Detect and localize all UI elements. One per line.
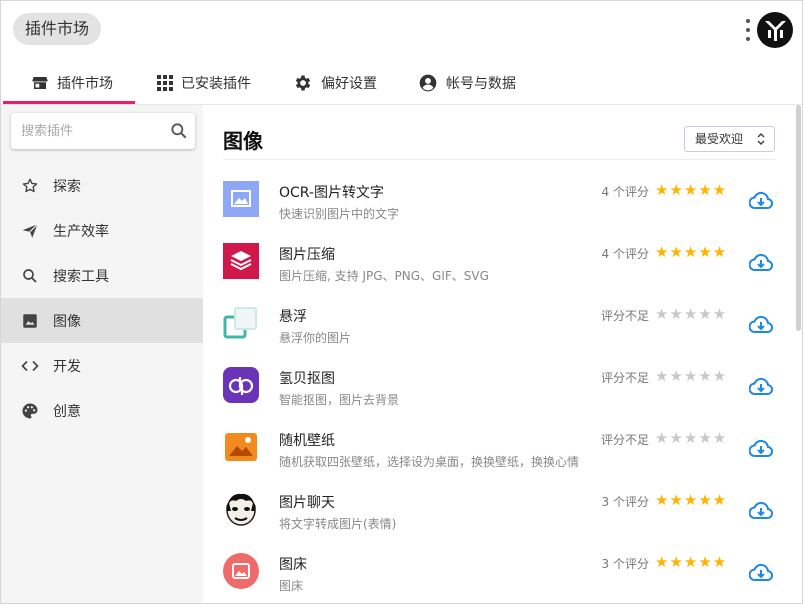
plugin-rating-count: 4 个评分 [601,185,649,199]
plugin-name: 随机壁纸 [279,433,335,449]
plugin-name: OCR-图片转文字 [279,185,385,201]
meme-face-icon [223,491,259,527]
plugin-description: 图床 [279,579,304,593]
image-host-icon [223,553,259,589]
star-rating: ★★★★★ [655,553,728,571]
qb-icon [223,367,259,403]
plugin-list-panel: 图像 最受欢迎 OCR-图片转文字 快速识别图片中的文字 4 个评分 ★★★★★… [203,105,801,603]
plugin-description: 悬浮你的图片 [279,331,352,345]
ocr-image-icon [223,181,259,217]
star-rating: ★★★★★ [655,429,728,447]
image-icon [23,313,37,328]
plugin-name: 图片聊天 [279,495,335,511]
cloud-download-icon[interactable] [749,499,773,523]
plugin-search-box [11,113,195,149]
star-rating: ★★★★★ [655,181,728,199]
app-logo-icon[interactable] [757,12,793,48]
plugin-row[interactable]: 随机壁纸 随机获取四张壁纸，选择设为桌面，换换壁纸，换换心情 评分不足 ★★★★… [223,423,775,485]
wallpaper-icon [225,433,257,461]
plugin-description: 将文字转成图片(表情) [279,517,397,531]
plugin-search-input[interactable] [21,121,161,141]
plugin-name: 图床 [279,557,307,573]
tab-label: 插件市场 [57,76,113,92]
plugin-description: 图片压缩, 支持 JPG、PNG、GIF、SVG [279,269,489,283]
plugin-rating-count: 评分不足 [600,309,649,323]
plugin-description: 智能抠图，图片去背景 [279,393,400,407]
sidebar-item-label: 搜索工具 [53,268,109,285]
sidebar-item-label: 图像 [53,313,81,330]
sidebar-item-label: 开发 [53,358,81,375]
cloud-download-icon[interactable] [749,251,773,275]
store-icon [32,77,48,89]
section-title: 图像 [223,129,263,153]
plugin-name: 氢贝抠图 [279,371,335,387]
tab-label: 偏好设置 [321,76,377,92]
sidebar-item-image[interactable]: 图像 [1,298,203,343]
sidebar-item-search-tools[interactable]: 搜索工具 [1,253,203,298]
header-divider [223,159,775,160]
cloud-download-icon[interactable] [749,437,773,461]
star-rating: ★★★★★ [655,243,728,261]
tab-label: 帐号与数据 [446,76,516,92]
cloud-download-icon[interactable] [749,189,773,213]
sidebar-item-develop[interactable]: 开发 [1,343,203,388]
sidebar-item-creative[interactable]: 创意 [1,388,203,433]
plugin-rating-count: 3 个评分 [601,557,649,571]
plugin-name: 图片压缩 [279,247,335,263]
app-window: 插件市场 插件市场 已安装插件 偏好设置 帐号与数据 搜索插件 探索 生产效率 … [0,0,803,604]
list-scrollbar[interactable] [796,105,801,331]
window-title: 插件市场 [13,13,102,45]
plugin-description: 快速识别图片中的文字 [279,207,400,221]
star-rating: ★★★★★ [655,305,728,323]
chevron-up-down-icon [757,132,765,146]
layers-icon [223,243,259,279]
star-outline-icon [22,178,38,192]
more-dot [746,37,750,41]
palette-icon [22,403,38,418]
cloud-download-icon[interactable] [749,313,773,337]
plugin-row[interactable]: 悬浮 悬浮你的图片 评分不足 ★★★★★ [223,299,775,361]
plugin-name: 悬浮 [279,309,307,325]
tab-account[interactable]: 帐号与数据 [418,63,516,103]
tab-installed[interactable]: 已安装插件 [157,63,251,103]
plugin-row[interactable]: 氢贝抠图 智能抠图，图片去背景 评分不足 ★★★★★ [223,361,775,423]
plugin-rating-count: 评分不足 [600,371,649,385]
tab-preferences[interactable]: 偏好设置 [293,63,377,103]
plugin-rating-count: 4 个评分 [601,247,649,261]
sort-selected-value: 最受欢迎 [695,132,744,146]
star-rating: ★★★★★ [655,491,728,509]
tab-label: 已安装插件 [181,76,251,92]
plugin-rating-count: 3 个评分 [601,495,649,509]
send-icon [22,223,38,238]
more-menu-button[interactable] [742,17,754,43]
active-tab-indicator [3,101,135,104]
account-icon [419,74,437,92]
plugin-row[interactable]: OCR-图片转文字 快速识别图片中的文字 4 个评分 ★★★★★ [223,175,775,237]
category-sidebar: 探索 生产效率 搜索工具 图像 开发 创意 [1,105,203,603]
float-icon [223,305,259,341]
sidebar-item-label: 探索 [53,178,81,195]
top-tabs: 插件市场 已安装插件 偏好设置 帐号与数据 [1,63,802,105]
gear-icon [295,75,311,91]
sidebar-item-label: 创意 [53,403,81,420]
sort-select[interactable]: 最受欢迎 [684,126,775,152]
search-icon [23,268,37,283]
plugin-row[interactable]: 图片聊天 将文字转成图片(表情) 3 个评分 ★★★★★ [223,485,775,547]
plugin-row[interactable]: 图床 图床 3 个评分 ★★★★★ [223,547,775,609]
star-rating: ★★★★★ [655,367,728,385]
code-icon [21,360,39,371]
sidebar-item-productivity[interactable]: 生产效率 [1,208,203,253]
plugin-description: 随机获取四张壁纸，选择设为桌面，换换壁纸，换换心情 [279,455,580,469]
cloud-download-icon[interactable] [749,561,773,585]
tab-plugin-market[interactable]: 插件市场 [31,63,113,103]
sidebar-item-label: 生产效率 [53,223,109,240]
search-icon[interactable] [169,121,189,141]
more-dot [746,19,750,23]
cloud-download-icon[interactable] [749,375,773,399]
plugin-rating-count: 评分不足 [600,433,649,447]
more-dot [746,28,750,32]
plugin-row[interactable]: 图片压缩 图片压缩, 支持 JPG、PNG、GIF、SVG 4 个评分 ★★★★… [223,237,775,299]
sidebar-item-explore[interactable]: 探索 [1,163,203,208]
grid-icon [157,75,173,91]
